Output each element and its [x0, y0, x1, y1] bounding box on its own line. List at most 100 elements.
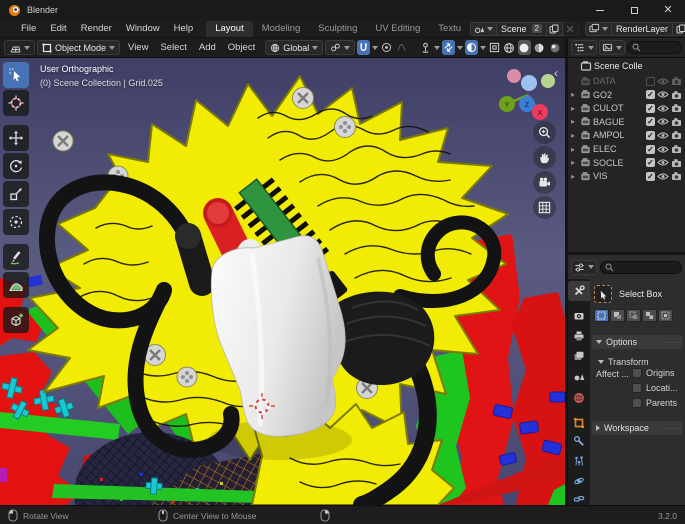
- outliner-display-mode-button[interactable]: [571, 40, 597, 55]
- select-mode-intersect-button[interactable]: [658, 309, 673, 322]
- pivot-point-dropdown[interactable]: [325, 40, 355, 55]
- expand-arrow-icon[interactable]: ▸: [571, 145, 578, 154]
- axis-neg-z-ball[interactable]: [521, 75, 537, 91]
- close-button[interactable]: ✕: [651, 0, 685, 20]
- menu-item[interactable]: Render: [74, 23, 119, 34]
- hide-eye-icon[interactable]: [657, 172, 669, 181]
- outliner-item-row[interactable]: ▸ DATA ✓: [568, 74, 685, 88]
- disable-render-camera-icon[interactable]: [671, 158, 683, 168]
- show-gizmo-button[interactable]: [419, 40, 432, 55]
- add-cube-tool-button[interactable]: [3, 307, 29, 333]
- axis-y-ball[interactable]: Y: [499, 96, 515, 112]
- exclude-checkbox[interactable]: ✓: [646, 117, 655, 126]
- snap-magnet-toggle[interactable]: [357, 40, 370, 55]
- maximize-button[interactable]: [617, 0, 651, 20]
- outliner-item-row[interactable]: ▸ SOCLE ✓: [568, 156, 685, 170]
- view-layer-browse-button[interactable]: [585, 22, 612, 36]
- expand-arrow-icon[interactable]: ▸: [571, 172, 578, 181]
- expand-arrow-icon[interactable]: ▸: [571, 104, 578, 113]
- proportional-editing-toggle[interactable]: [380, 40, 393, 55]
- cursor-tool-button[interactable]: [3, 90, 29, 116]
- workspace-tab[interactable]: Layout: [206, 21, 253, 37]
- outliner-item-row[interactable]: ▸ CULOT ✓: [568, 101, 685, 115]
- exclude-checkbox[interactable]: ✓: [646, 104, 655, 113]
- options-panel-header[interactable]: Options ····: [592, 335, 683, 349]
- hide-eye-icon[interactable]: [657, 90, 669, 99]
- workspace-tab[interactable]: Textu: [429, 21, 470, 37]
- shading-material-button[interactable]: [533, 40, 546, 55]
- axis-neg-x-ball[interactable]: [507, 69, 521, 83]
- 3d-viewport[interactable]: User Orthographic (0) Scene Collection |…: [0, 58, 565, 505]
- workspace-tab[interactable]: UV Editing: [366, 21, 429, 37]
- new-view-layer-button[interactable]: [673, 22, 685, 36]
- disable-render-camera-icon[interactable]: [671, 144, 683, 154]
- outliner-item-row[interactable]: ▸ AMPOL ✓: [568, 128, 685, 142]
- exclude-checkbox[interactable]: ✓: [646, 158, 655, 167]
- snap-settings-dropdown[interactable]: [372, 46, 378, 50]
- hide-eye-icon[interactable]: [657, 158, 669, 167]
- editor-type-button[interactable]: [4, 40, 35, 55]
- outliner-filter-button[interactable]: [599, 40, 625, 55]
- viewport-menu-item[interactable]: Select: [154, 42, 192, 53]
- transform-subpanel-header[interactable]: Transform: [598, 355, 683, 368]
- workspace-tab[interactable]: Sculpting: [309, 21, 366, 37]
- disable-render-camera-icon[interactable]: [671, 76, 683, 86]
- shading-dropdown[interactable]: [480, 46, 486, 50]
- select-mode-subtract-button[interactable]: [626, 309, 641, 322]
- transform-orientation-dropdown[interactable]: Global: [265, 40, 323, 55]
- properties-tab-physics[interactable]: [568, 471, 590, 491]
- active-tool-thumbnail[interactable]: [594, 285, 612, 303]
- disable-render-camera-icon[interactable]: [671, 130, 683, 140]
- expand-arrow-icon[interactable]: ▸: [571, 117, 578, 126]
- properties-tab-output[interactable]: [568, 326, 590, 346]
- parents-checkbox[interactable]: [632, 398, 642, 408]
- scene-users-count[interactable]: 2: [532, 24, 542, 33]
- axis-neg-y-ball[interactable]: [541, 74, 555, 88]
- expand-arrow-icon[interactable]: ▸: [571, 90, 578, 99]
- viewport-menu-item[interactable]: Object: [222, 42, 261, 53]
- shading-solid-button[interactable]: [518, 40, 531, 55]
- select-mode-invert-button[interactable]: [642, 309, 657, 322]
- properties-tab-particles[interactable]: [568, 451, 590, 471]
- expand-arrow-icon[interactable]: ▸: [571, 131, 578, 140]
- affect-parents-row[interactable]: Parents: [632, 398, 677, 408]
- rotate-tool-button[interactable]: [3, 153, 29, 179]
- shading-extras-button[interactable]: [465, 40, 478, 55]
- properties-tab-tool[interactable]: [568, 281, 590, 301]
- pan-button[interactable]: [533, 146, 556, 169]
- viewport-menu-item[interactable]: Add: [193, 42, 222, 53]
- camera-view-button[interactable]: [533, 171, 556, 194]
- annotate-tool-button[interactable]: [3, 244, 29, 270]
- hide-eye-icon[interactable]: [657, 104, 669, 113]
- properties-tab-world[interactable]: [568, 388, 590, 408]
- properties-tab-view-layer[interactable]: [568, 346, 590, 366]
- menu-item[interactable]: Window: [119, 23, 167, 34]
- menu-item[interactable]: Edit: [43, 23, 73, 34]
- properties-editor-type-button[interactable]: [571, 260, 597, 275]
- exclude-checkbox[interactable]: ✓: [646, 77, 655, 86]
- exclude-checkbox[interactable]: ✓: [646, 131, 655, 140]
- select-mode-extend-button[interactable]: [610, 309, 625, 322]
- outliner-item-row[interactable]: ▸ ELEC ✓: [568, 142, 685, 156]
- menu-item[interactable]: Help: [167, 23, 201, 34]
- outliner-item-row[interactable]: ▸ VIS ✓: [568, 169, 685, 183]
- workspace-tab[interactable]: Modeling: [253, 21, 310, 37]
- exclude-checkbox[interactable]: ✓: [646, 90, 655, 99]
- outliner-item-row[interactable]: ▸ GO2 ✓: [568, 88, 685, 102]
- affect-locations-row[interactable]: Locati...: [632, 383, 678, 393]
- shading-wireframe-button[interactable]: [503, 40, 516, 55]
- hide-eye-icon[interactable]: [657, 131, 669, 140]
- exclude-checkbox[interactable]: ✓: [646, 145, 655, 154]
- scale-tool-button[interactable]: [3, 181, 29, 207]
- properties-tab-object[interactable]: [568, 413, 590, 433]
- navigation-gizmo[interactable]: Y Z X: [483, 66, 565, 128]
- sidebar-collapse-arrow[interactable]: ‹: [554, 66, 558, 80]
- menu-item[interactable]: File: [14, 23, 43, 34]
- select-mode-new-button[interactable]: [594, 309, 609, 322]
- new-scene-button[interactable]: [547, 22, 563, 36]
- scene-name-field[interactable]: Scene 2: [497, 22, 547, 36]
- disable-render-camera-icon[interactable]: [671, 117, 683, 127]
- origins-checkbox[interactable]: [632, 368, 642, 378]
- workspace-panel-header[interactable]: Workspace ····: [592, 421, 683, 435]
- axis-x-ball[interactable]: X: [532, 104, 548, 120]
